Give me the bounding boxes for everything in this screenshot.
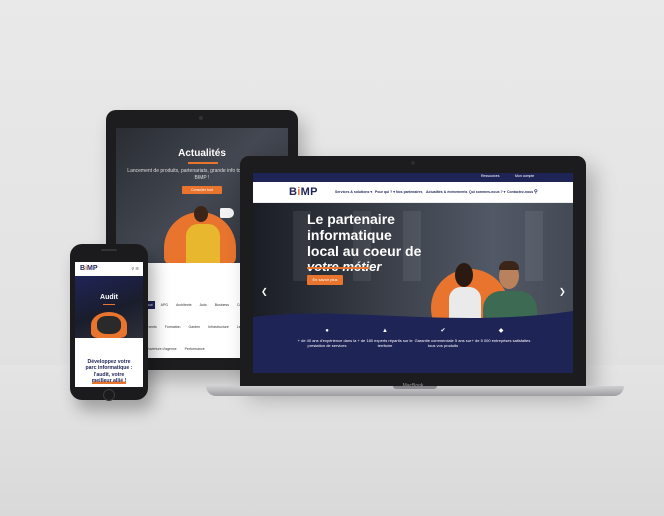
stat-text: + de 40 ans d'expérience dans la prestat… bbox=[297, 338, 357, 348]
category-filter-chip[interactable]: Auto bbox=[198, 301, 209, 309]
category-filter-chip[interactable]: Garden bbox=[186, 323, 202, 331]
stat-warranty: ✔ Garantie commerciale 5 ans sur tous vo… bbox=[413, 327, 473, 348]
phone-hero-title: Audit bbox=[100, 294, 118, 301]
phone-screen: BiMP ⚲ ☰ Audit Développez votre parc inf… bbox=[75, 262, 143, 387]
stat-clients: ◆ + de 5 000 entreprises satisfaites bbox=[471, 327, 531, 343]
carousel-prev-icon[interactable]: ❮ bbox=[261, 287, 268, 296]
phone-hero-chair-seat bbox=[97, 316, 121, 334]
phone-speaker bbox=[101, 249, 117, 251]
phone-heading-highlight: meilleur allié ! bbox=[91, 377, 127, 384]
search-icon[interactable]: ⚲ bbox=[534, 189, 538, 195]
phone-navbar: BiMP ⚲ ☰ bbox=[75, 262, 143, 276]
nav-qui-sommes-nous[interactable]: Qui sommes-nous ? ▾ bbox=[469, 190, 505, 194]
topbar-account-link[interactable]: Mon compte bbox=[515, 174, 534, 178]
nav-pour-qui[interactable]: Pour qui ? ▾ bbox=[375, 190, 395, 194]
tablet-consult-button[interactable]: Consulter tout bbox=[182, 186, 222, 194]
category-filter-chip[interactable]: Formation bbox=[163, 323, 183, 331]
category-filter-chip[interactable]: Architecte bbox=[174, 301, 194, 309]
laptop-camera bbox=[411, 161, 415, 165]
category-filter-chip[interactable]: Business bbox=[213, 301, 231, 309]
topbar-resources-link[interactable]: Ressources bbox=[481, 174, 499, 178]
phone-heading-line: meilleur allié ! bbox=[77, 377, 141, 384]
site-navbar: BiMP Services & solutions ▾ Pour qui ? ▾… bbox=[253, 182, 573, 203]
hero-heading-line: informatique bbox=[307, 227, 392, 243]
phone-logo[interactable]: BiMP bbox=[80, 265, 98, 272]
stat-text: Garantie commerciale 5 ans sur tous vos … bbox=[414, 338, 472, 348]
chat-icon: ◆ bbox=[498, 328, 504, 334]
stat-text: + de 180 experts répartis sur le territo… bbox=[357, 338, 413, 348]
carousel-next-icon[interactable]: ❯ bbox=[559, 287, 566, 296]
category-filter-chip[interactable]: APG bbox=[159, 301, 170, 309]
hero-heading-line: Le partenaire bbox=[307, 211, 395, 227]
hero-underline bbox=[307, 267, 369, 269]
phone-heading: Développez votre parc informatique : l'a… bbox=[77, 359, 141, 384]
nav-partenaires[interactable]: Nos partenaires bbox=[396, 190, 422, 194]
stats-band: ● + de 40 ans d'expérience dans la prest… bbox=[253, 321, 573, 373]
laptop-base bbox=[206, 386, 624, 396]
nav-actualites[interactable]: Actualités & évènements bbox=[426, 190, 467, 194]
nav-services[interactable]: Services & solutions ▾ bbox=[335, 190, 372, 194]
phone-hero-underline bbox=[103, 304, 115, 305]
stat-experts: ▲ + de 180 experts répartis sur le terri… bbox=[355, 327, 415, 348]
hero-heading-line: local au coeur de bbox=[307, 243, 422, 259]
logo-part-b: B bbox=[289, 186, 298, 198]
hero-bg-window bbox=[525, 211, 543, 281]
nav-contact[interactable]: Contactez-nous bbox=[507, 190, 533, 194]
site-logo[interactable]: BiMP bbox=[289, 186, 318, 198]
laptop-device: Ressources Mon compte BiMP Services & so… bbox=[240, 156, 586, 389]
hero-person-woman-head bbox=[455, 263, 473, 287]
france-map-icon: ▲ bbox=[382, 328, 388, 334]
laptop-screen: Ressources Mon compte BiMP Services & so… bbox=[253, 173, 573, 373]
stat-experience: ● + de 40 ans d'expérience dans la prest… bbox=[297, 327, 357, 348]
phone-hero: Audit bbox=[75, 276, 143, 338]
check-badge-icon: ✔ bbox=[440, 328, 446, 334]
tablet-hero-person bbox=[186, 224, 220, 264]
tablet-camera bbox=[199, 116, 203, 120]
site-topbar: Ressources Mon compte bbox=[253, 173, 573, 182]
hero-heading: Le partenaire informatique local au coeu… bbox=[307, 211, 457, 275]
phone-device: BiMP ⚲ ☰ Audit Développez votre parc inf… bbox=[70, 244, 148, 401]
laptop-notch bbox=[393, 386, 437, 389]
megaphone-icon bbox=[220, 208, 234, 218]
lightbulb-icon: ● bbox=[325, 328, 329, 334]
phone-heading-line: parc informatique : bbox=[85, 365, 133, 372]
tablet-title-underline bbox=[188, 162, 218, 164]
stat-text: + de 5 000 entreprises satisfaites bbox=[471, 338, 531, 343]
hero-person-man-hair bbox=[499, 261, 519, 270]
logo-part-mp: MP bbox=[300, 186, 318, 198]
logo-part-mp: MP bbox=[87, 265, 98, 272]
phone-home-button[interactable] bbox=[103, 389, 115, 401]
hero-cta-button[interactable]: En savoir plus bbox=[307, 275, 343, 285]
category-filter-chip[interactable]: Performance bbox=[183, 345, 207, 353]
category-filter-chip[interactable]: Infrastructure bbox=[206, 323, 231, 331]
tablet-hero-person-head bbox=[194, 206, 208, 222]
category-filter-chip[interactable]: Ouverture d'agence bbox=[144, 345, 179, 353]
phone-menu-icon[interactable]: ⚲ ☰ bbox=[131, 266, 139, 271]
